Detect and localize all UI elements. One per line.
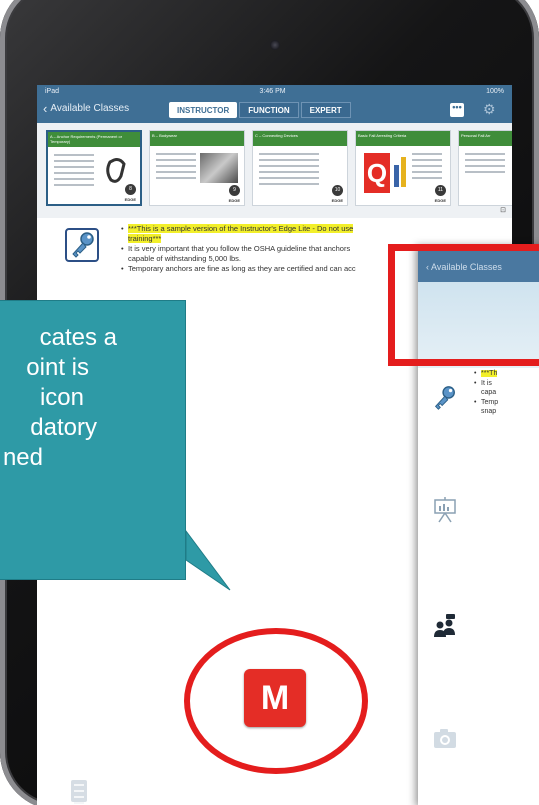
slide-thumbnail-strip: A – Anchor Requirements (Permanent or Te… xyxy=(37,123,512,218)
tab-function[interactable]: FUNCTION xyxy=(239,102,299,118)
callout-line: cates a xyxy=(39,324,117,351)
nav-bar: ‹ Available Classes INSTRUCTOR FUNCTION … xyxy=(37,97,512,123)
presentation-board-icon[interactable] xyxy=(433,497,457,523)
quiz-bar-1 xyxy=(394,165,399,187)
callout-line: ned xyxy=(2,444,43,471)
key-icon xyxy=(434,386,455,410)
back-button[interactable]: ‹ Available Classes xyxy=(43,100,130,116)
ipad-camera xyxy=(270,40,280,50)
slide-thumbnail-title: B – Bodywear xyxy=(150,131,244,146)
overlay-notes: ***Th It is capa Temp snap xyxy=(474,369,539,417)
overlay-note-text: snap xyxy=(481,408,497,415)
overlay-note-text: capa xyxy=(481,389,497,396)
camera-icon[interactable] xyxy=(433,727,457,749)
slide-number: 8 xyxy=(125,184,136,195)
slide-thumbnail-title: Basic Fall Arresting Criteria xyxy=(356,131,450,146)
status-time: 3:46 PM xyxy=(259,87,286,95)
overlay-note: It is capa xyxy=(474,379,539,398)
overlay-note: Temp snap xyxy=(474,398,539,417)
callout-line: oint is xyxy=(26,354,89,381)
note-text: Temporary anchors are fine as long as th… xyxy=(128,264,356,273)
harness-photo xyxy=(200,153,238,183)
more-icon[interactable]: ••• xyxy=(450,103,464,117)
sample-warning-text: ***This is a sample version of the Instr… xyxy=(128,224,354,233)
overlay-note-text: Temp xyxy=(481,398,499,406)
sample-warning-text: training*** xyxy=(128,233,162,243)
key-icon xyxy=(65,228,99,262)
note-text: It is very important that you follow the… xyxy=(128,244,351,253)
edge-logo: EDGE xyxy=(228,198,240,203)
tab-instructor[interactable]: INSTRUCTOR xyxy=(169,102,238,118)
gear-icon[interactable]: ⚙ xyxy=(483,101,496,118)
callout-balloon: cates a oint is icon datory ned xyxy=(0,300,186,580)
battery-label: 100% xyxy=(486,87,504,95)
chevron-left-icon: ‹ xyxy=(43,100,48,116)
slide-text-lines xyxy=(412,153,442,183)
note-text: capable of withstanding 5,000 lbs. xyxy=(128,253,241,263)
slide-text-lines xyxy=(54,154,94,190)
edge-logo: EDGE xyxy=(434,198,446,203)
slide-text-lines xyxy=(259,153,319,189)
back-label: Available Classes xyxy=(50,103,130,114)
edge-logo: EDGE xyxy=(124,197,136,202)
status-bar: iPad 3:46 PM 100% xyxy=(37,85,512,97)
expand-icon[interactable]: ⊡ xyxy=(500,206,506,214)
mode-tabs: INSTRUCTOR FUNCTION EXPERT xyxy=(169,102,351,118)
slide-thumbnail[interactable]: B – Bodywear 9 EDGE xyxy=(149,130,245,206)
slide-thumbnail[interactable]: Basic Fall Arresting Criteria Q 11 EDGE xyxy=(355,130,451,206)
slide-thumbnail-title: A – Anchor Requirements (Permanent or Te… xyxy=(48,132,140,147)
quiz-bar-2 xyxy=(401,157,406,187)
slide-number: 11 xyxy=(435,185,446,196)
discussion-people-icon[interactable] xyxy=(433,614,457,638)
highlight-rectangle xyxy=(388,244,539,366)
screenshot-stage: iPad 3:46 PM 100% ‹ Available Classes IN… xyxy=(0,0,539,805)
tab-expert[interactable]: EXPERT xyxy=(300,102,351,118)
slide-number: 9 xyxy=(229,185,240,196)
edge-logo: EDGE xyxy=(331,198,343,203)
overlay-note-text: It is xyxy=(481,379,492,387)
callout-line: datory xyxy=(30,414,97,441)
quiz-q-icon: Q xyxy=(364,153,390,193)
notepad-icon[interactable] xyxy=(71,780,87,804)
slide-text-lines xyxy=(465,153,505,177)
slide-thumbnail-title: Personal Fall Arr xyxy=(459,131,512,146)
note-bullet: ***This is a sample version of the Instr… xyxy=(121,224,441,243)
carrier-label: iPad xyxy=(45,87,60,95)
slide-thumbnail-title: C – Connecting Devices xyxy=(253,131,347,146)
slide-text-lines xyxy=(156,153,196,183)
slide-thumbnail[interactable]: A – Anchor Requirements (Permanent or Te… xyxy=(46,130,142,206)
slide-number: 10 xyxy=(332,185,343,196)
slide-thumbnail[interactable]: Personal Fall Arr xyxy=(458,130,512,206)
mandatory-m-button[interactable]: M xyxy=(244,669,306,727)
overlay-note: ***Th xyxy=(474,369,539,379)
callout-line: icon xyxy=(39,384,84,411)
overlay-note-text: ***Th xyxy=(481,370,498,377)
carabiner-icon xyxy=(106,158,126,183)
slide-thumbnail[interactable]: C – Connecting Devices 10 EDGE xyxy=(252,130,348,206)
